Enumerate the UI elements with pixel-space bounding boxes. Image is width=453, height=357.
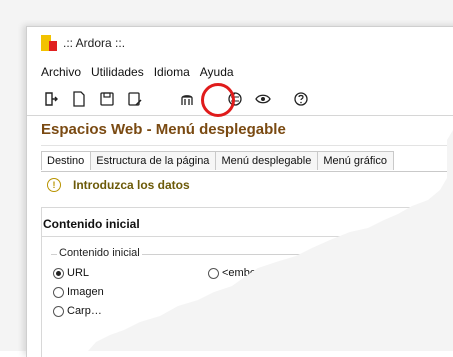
torn-paper-edge: [88, 0, 453, 351]
screenshot-card: .:: Ardora ::. Archivo Utilidades Idioma…: [0, 0, 453, 357]
